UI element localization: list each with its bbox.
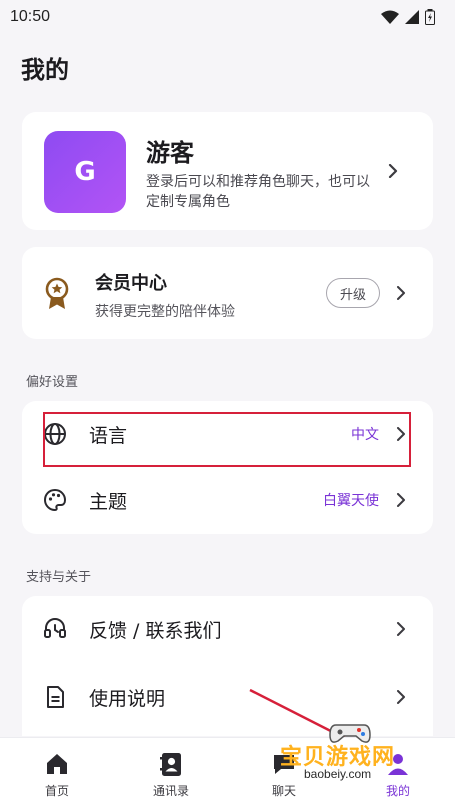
globe-icon (44, 423, 66, 445)
signal-icon (405, 10, 419, 24)
chevron-right-icon (397, 622, 405, 636)
chevron-right-icon (397, 427, 405, 441)
chat-icon (274, 755, 294, 774)
profile-icon (388, 754, 408, 775)
theme-value: 白翼天使 (323, 493, 379, 509)
medal-icon (45, 277, 69, 309)
profile-card[interactable]: G 游客 登录后可以和推荐角色聊天，也可以定制专属角色 (22, 112, 433, 230)
avatar: G (44, 131, 126, 213)
preferences-card: 语言 中文 主题 白翼天使 (22, 401, 433, 534)
wifi-icon (381, 10, 399, 24)
nav-contacts[interactable]: 通讯录 (126, 738, 216, 809)
battery-icon (425, 9, 435, 25)
vip-title: 会员中心 (95, 273, 167, 294)
nav-profile[interactable]: 我的 (353, 738, 443, 809)
document-icon (47, 686, 64, 708)
avatar-letter: G (74, 157, 96, 187)
support-section-label: 支持与关于 (26, 570, 92, 585)
palette-icon (43, 488, 67, 512)
nav-home-label: 首页 (44, 784, 69, 798)
status-time: 10:50 (10, 8, 51, 25)
support-card: 反馈 / 联系我们 使用说明 (22, 596, 433, 736)
manual-label: 使用说明 (89, 688, 166, 710)
home-icon (47, 754, 67, 774)
contacts-icon (160, 753, 181, 776)
theme-row[interactable]: 主题 白翼天使 (22, 467, 433, 533)
feedback-row[interactable]: 反馈 / 联系我们 (22, 596, 433, 662)
nav-chat-label: 聊天 (271, 784, 296, 798)
status-icons (381, 9, 435, 25)
preferences-section-label: 偏好设置 (26, 375, 79, 390)
language-value: 中文 (351, 427, 379, 443)
vip-center-card[interactable]: 会员中心 获得更完整的陪伴体验 升级 (22, 247, 433, 339)
bottom-nav: 首页 通讯录 聊天 我的 (0, 737, 455, 809)
feedback-label: 反馈 / 联系我们 (89, 620, 222, 642)
language-row[interactable]: 语言 中文 (22, 401, 433, 467)
nav-profile-label: 我的 (385, 784, 410, 798)
page-title: 我的 (21, 56, 69, 84)
status-bar: 10:50 (0, 0, 455, 34)
nav-home[interactable]: 首页 (12, 738, 102, 809)
upgrade-button[interactable]: 升级 (326, 278, 380, 308)
nav-chat[interactable]: 聊天 (239, 738, 329, 809)
profile-name: 游客 (146, 139, 194, 167)
language-label: 语言 (89, 425, 128, 447)
theme-label: 主题 (89, 491, 128, 513)
chevron-right-icon (388, 164, 398, 178)
chevron-right-icon (397, 286, 405, 300)
chevron-right-icon (397, 493, 405, 507)
nav-contacts-label: 通讯录 (152, 784, 189, 798)
vip-description: 获得更完整的陪伴体验 (95, 304, 235, 320)
headset-icon (44, 618, 66, 638)
profile-description: 登录后可以和推荐角色聊天，也可以定制专属角色 (146, 174, 370, 210)
manual-row[interactable]: 使用说明 (22, 664, 433, 730)
chevron-right-icon (397, 690, 405, 704)
